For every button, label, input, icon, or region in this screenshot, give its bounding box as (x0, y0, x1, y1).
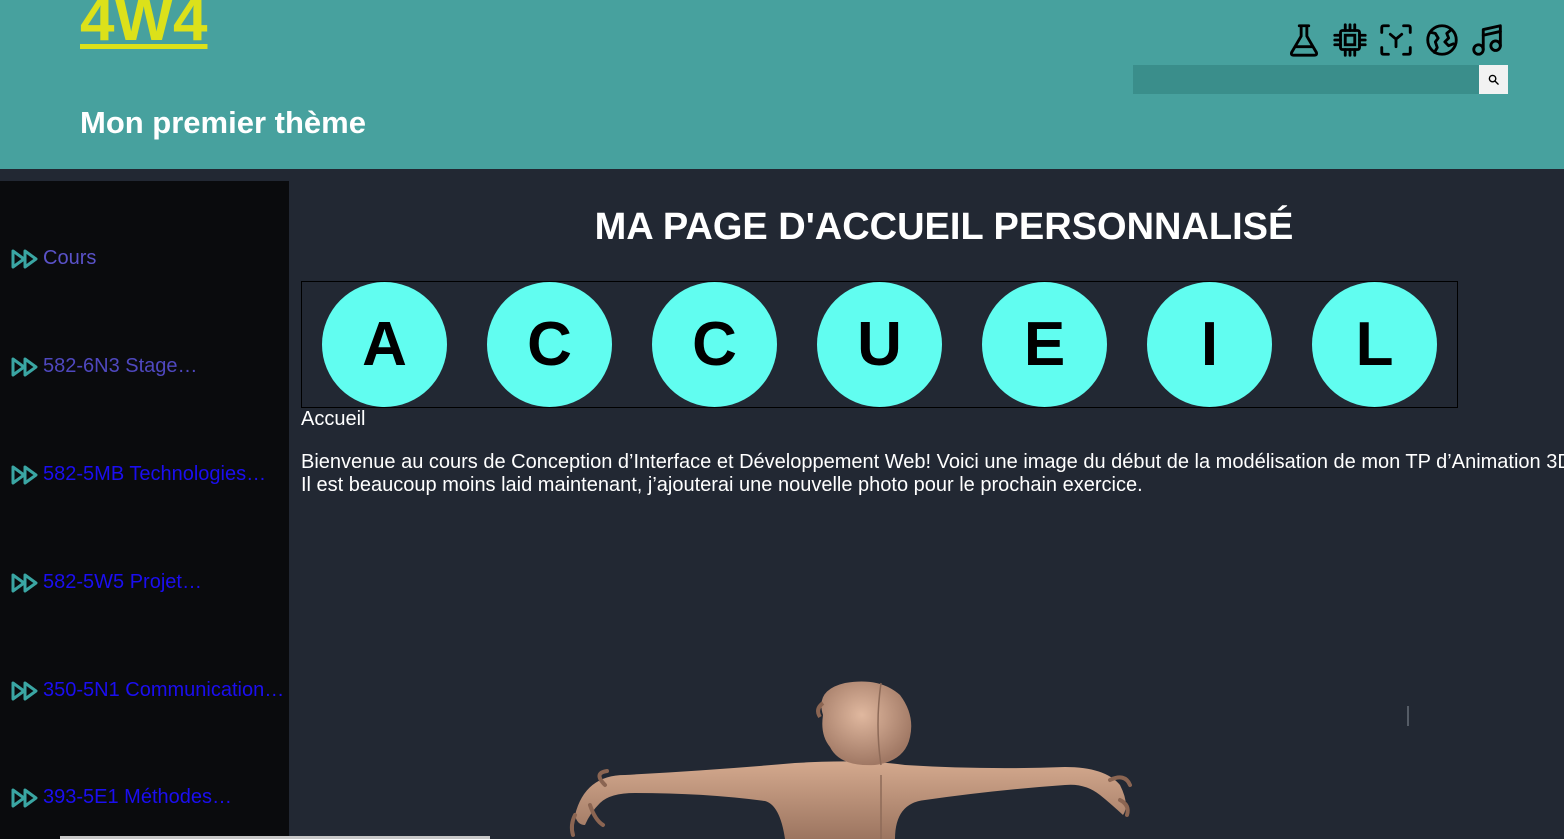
3d-model-image (569, 681, 1132, 839)
sidebar-item-cours[interactable]: Cours (10, 247, 286, 270)
sidebar-item-technologies[interactable]: 582-5MB Technologies… (10, 463, 286, 486)
fast-forward-icon (11, 465, 38, 484)
sidebar-item-label: 582-5MB Technologies… (43, 463, 267, 485)
course-sidebar: Cours 582-6N3 Stage… 582-5MB Technologie… (0, 181, 289, 839)
site-description: Mon premier thème (80, 105, 366, 140)
article-paragraph: Bienvenue au cours de Conception d’Inter… (301, 451, 1564, 473)
letter-circle[interactable]: C (652, 282, 777, 407)
globe-icon[interactable] (1422, 20, 1462, 60)
search-button[interactable] (1479, 65, 1508, 94)
header-icon-menu (1284, 20, 1508, 60)
fast-forward-icon (11, 788, 38, 807)
chip-icon[interactable] (1330, 20, 1370, 60)
site-header: 4W4 Mon premier thème (0, 0, 1564, 169)
letter-circle[interactable]: A (322, 282, 447, 407)
fast-forward-icon (11, 357, 38, 376)
fast-forward-icon (11, 681, 38, 700)
article-title: Accueil (301, 408, 366, 430)
sidebar-item-methodes[interactable]: 393-5E1 Méthodes… (10, 786, 286, 809)
article-body: Bienvenue au cours de Conception d’Inter… (301, 451, 1564, 497)
search-icon (1488, 74, 1499, 85)
fast-forward-icon (11, 573, 38, 592)
music-icon[interactable] (1468, 20, 1508, 60)
sidebar-item-label: 393-5E1 Méthodes… (43, 786, 233, 808)
letter-circle[interactable]: E (982, 282, 1107, 407)
article-paragraph: Il est beaucoup moins laid maintenant, j… (301, 474, 1143, 496)
sidebar-item-label: 350-5N1 Communication… (43, 679, 285, 701)
scan-icon[interactable] (1376, 20, 1416, 60)
sidebar-item-stage[interactable]: 582-6N3 Stage… (10, 355, 286, 378)
flask-icon[interactable] (1284, 20, 1324, 60)
page-title: MA PAGE D'ACCUEIL PERSONNALISÉ (594, 206, 1294, 248)
sidebar-item-label: 582-6N3 Stage… (43, 355, 198, 377)
site-title-link[interactable]: 4W4 (80, 0, 207, 54)
fast-forward-icon (11, 249, 38, 268)
sidebar-item-label: Cours (43, 247, 97, 269)
search-input[interactable] (1133, 65, 1479, 94)
sidebar-item-label: 582-5W5 Projet… (43, 571, 202, 593)
sidebar-item-projet[interactable]: 582-5W5 Projet… (10, 571, 286, 594)
letter-circle[interactable]: C (487, 282, 612, 407)
search-form (1133, 65, 1508, 94)
sidebar-item-communication[interactable]: 350-5N1 Communication… (10, 679, 286, 702)
accueil-letter-row: A C C U E I L (301, 281, 1458, 408)
letter-circle[interactable]: I (1147, 282, 1272, 407)
letter-circle[interactable]: U (817, 282, 942, 407)
text-cursor-marker (1407, 706, 1409, 726)
letter-circle[interactable]: L (1312, 282, 1437, 407)
